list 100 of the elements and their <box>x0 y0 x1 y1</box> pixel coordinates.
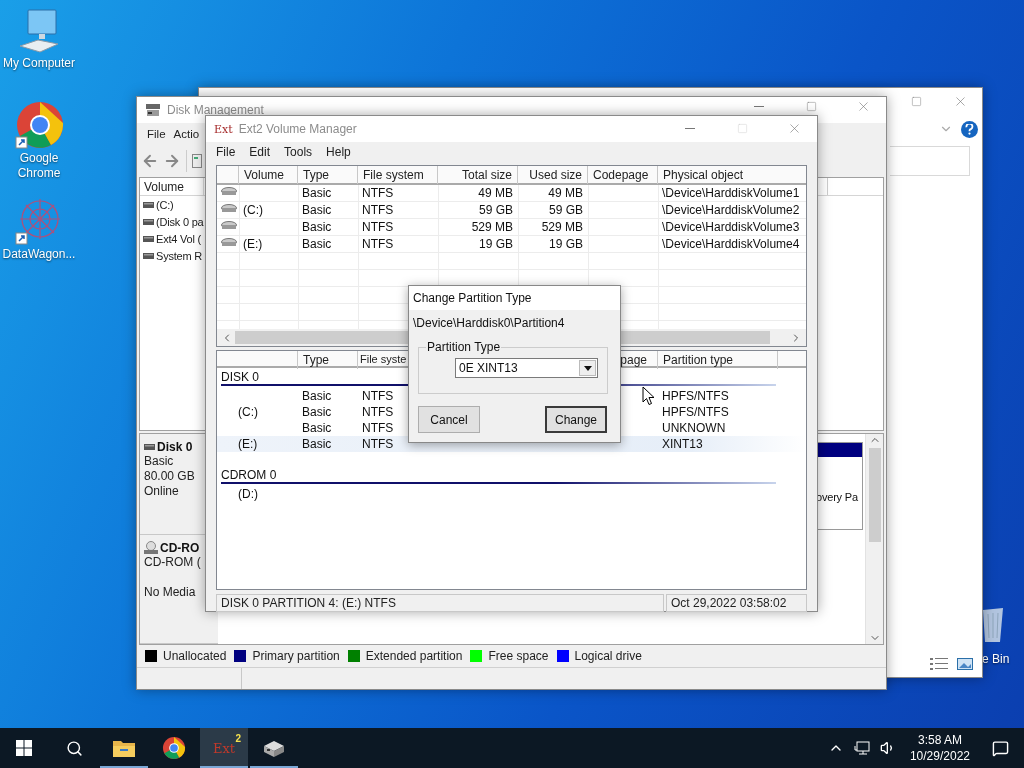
column-header[interactable]: Type <box>298 166 358 184</box>
mouse-pointer-icon <box>642 386 655 406</box>
disk-status: No Media <box>144 585 197 601</box>
drive-label[interactable]: (C:) <box>156 198 174 211</box>
table-cell-text: \Device\HarddiskVolume1 <box>661 185 801 202</box>
disk-size: 80.00 GB <box>144 469 196 484</box>
table-cell-text: 49 MB <box>547 185 584 202</box>
table-cell-text: \Device\HarddiskVolume2 <box>661 202 801 219</box>
table-cell-text: Basic <box>301 436 333 452</box>
column-header[interactable]: Used size <box>518 166 588 184</box>
cd-drive-icon <box>144 541 158 556</box>
menu-item[interactable]: Tools <box>277 145 320 159</box>
table-cell-text: NTFS <box>361 388 395 404</box>
table-cell-text: Basic <box>301 219 333 236</box>
menu-item[interactable]: Actio <box>169 128 204 140</box>
legend-label: Extended partition <box>365 649 463 663</box>
column-header[interactable]: Physical object <box>658 166 806 184</box>
clock-date: 10/29/2022 <box>909 748 970 764</box>
table-cell-text: (C:) <box>242 202 264 219</box>
table-cell-text: NTFS <box>361 436 395 452</box>
clock-time: 3:58 AM <box>917 732 962 748</box>
legend-label: Logical drive <box>574 649 642 663</box>
drive-icon <box>143 218 154 225</box>
menu-item[interactable]: File <box>209 145 243 159</box>
drive-icon <box>221 238 237 248</box>
console-tree-icon[interactable] <box>192 154 202 168</box>
column-header[interactable]: Type <box>298 351 358 369</box>
clock[interactable]: 3:58 AM 10/29/2022 <box>901 728 978 768</box>
group-label: Partition Type <box>426 340 502 354</box>
browser-icon <box>14 101 64 151</box>
drive-icon <box>143 201 154 208</box>
table-cell-text: (E:) <box>237 436 259 452</box>
menu-item[interactable]: File <box>143 128 170 140</box>
details-view-icon[interactable] <box>930 657 948 671</box>
windows-logo-icon <box>16 740 32 756</box>
column-header[interactable]: Partition type <box>658 351 778 369</box>
default-button[interactable]: Change <box>545 406 607 433</box>
disk-type: CD-ROM ( <box>144 555 202 571</box>
thumbnail-view-icon[interactable] <box>956 657 974 671</box>
status-text: DISK 0 PARTITION 4: (E:) NTFS <box>216 594 664 612</box>
search-icon <box>65 739 83 757</box>
forward-arrow-icon[interactable] <box>163 152 181 170</box>
partition-type-dropdown[interactable]: 0E XINT13 <box>455 358 598 378</box>
group-label: DISK 0 <box>220 369 260 384</box>
table-cell-text: \Device\HarddiskVolume3 <box>661 219 801 236</box>
table-cell-text: Basic <box>301 202 333 219</box>
table-cell-text: Basic <box>301 420 333 436</box>
table-cell-text: (D:) <box>237 486 259 502</box>
legend-label: Free space <box>488 649 549 663</box>
folder-icon <box>112 738 136 758</box>
desktop-icon-label: DataWagon... <box>2 247 76 262</box>
table-cell-text: XINT13 <box>661 436 704 452</box>
desktop-icon-label: My Computer <box>2 56 76 71</box>
drive-label[interactable]: Ext4 Vol ( <box>156 232 202 245</box>
disk-management-icon <box>145 103 161 117</box>
group-label: CDROM 0 <box>220 467 278 482</box>
drive-icon <box>262 738 286 758</box>
menu-item[interactable]: Help <box>319 145 358 159</box>
column-header[interactable]: Volume <box>140 178 204 195</box>
column-header[interactable]: Volume <box>239 166 298 184</box>
search-field[interactable] <box>890 146 970 176</box>
drive-icon <box>221 187 237 197</box>
minimize-icon <box>754 105 764 107</box>
table-cell-text: Basic <box>301 236 333 253</box>
column-header[interactable]: File system <box>358 166 438 184</box>
table-cell-text: 59 GB <box>477 202 514 219</box>
column-header[interactable]: Codepage <box>588 166 658 184</box>
table-cell-text: Basic <box>301 185 333 202</box>
maximize-icon <box>736 123 748 134</box>
table-cell-text: \Device\HarddiskVolume4 <box>661 236 801 253</box>
table-cell-text: (E:) <box>242 236 264 253</box>
legend-label: Primary partition <box>252 649 340 663</box>
table-cell-text: Basic <box>301 388 333 404</box>
caret-down-icon <box>583 365 592 371</box>
table-cell-text: 59 GB <box>547 202 584 219</box>
taskbar-app[interactable]: Ext 2 <box>200 728 248 768</box>
disk-type: Basic <box>144 454 175 469</box>
table-cell-text: NTFS <box>361 236 395 253</box>
minimize-icon <box>685 128 695 129</box>
table-cell-text: NTFS <box>361 420 395 436</box>
table-cell-text: (C:) <box>237 404 259 420</box>
drive-icon <box>143 235 154 242</box>
drive-icon <box>144 444 155 450</box>
status-text: Oct 29,2022 03:58:02 <box>666 594 807 612</box>
window-title: Disk Management <box>167 103 264 117</box>
menu-item[interactable]: Edit <box>242 145 278 159</box>
version-number: 2 <box>235 732 241 744</box>
table-cell-text: 19 GB <box>477 236 514 253</box>
column-header[interactable]: Total size <box>438 166 518 184</box>
table-cell-text: 19 GB <box>547 236 584 253</box>
vertical-scrollbar[interactable] <box>865 434 883 644</box>
help-icon[interactable] <box>961 120 978 138</box>
drive-label[interactable]: System R <box>156 249 203 262</box>
table-cell-text: UNKNOWN <box>661 420 727 436</box>
drive-label[interactable]: (Disk 0 pa <box>156 215 204 228</box>
maximize-icon <box>910 96 922 107</box>
legend-label: Unallocated <box>163 649 227 663</box>
dialog-button[interactable]: Cancel <box>418 406 480 433</box>
window-title: Ext2 Volume Manager <box>238 122 357 136</box>
desktop-icon-label[interactable]: e Bin <box>982 652 1010 667</box>
